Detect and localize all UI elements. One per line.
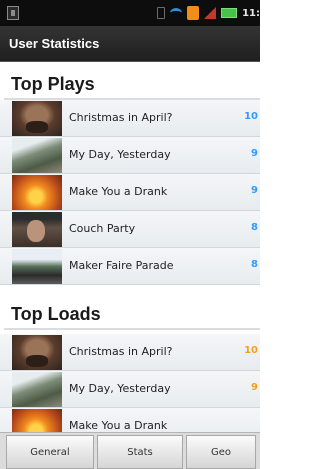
tab-stats[interactable]: Stats (97, 435, 183, 469)
video-thumbnail (12, 249, 62, 284)
video-title: Make You a Drank (69, 419, 168, 432)
alert-icon (187, 6, 200, 20)
video-title: Christmas in April? (69, 345, 173, 358)
video-thumbnail (12, 212, 62, 247)
play-count: 8 (251, 259, 258, 270)
video-title: Maker Faire Parade (69, 259, 174, 272)
load-count: 9 (251, 382, 258, 393)
tab-geo[interactable]: Geo (186, 435, 256, 469)
play-count: 8 (251, 222, 258, 233)
top-plays-row[interactable]: My Day, Yesterday 9 (0, 137, 260, 174)
stats-content[interactable]: Top Plays Christmas in April? 10 My Day,… (0, 62, 260, 432)
top-loads-row[interactable]: Christmas in April? 10 (0, 334, 260, 371)
top-plays-row[interactable]: Christmas in April? 10 (0, 100, 260, 137)
load-count: 10 (244, 345, 258, 356)
video-title: Couch Party (69, 222, 136, 235)
play-count: 9 (251, 148, 258, 159)
bottom-tab-bar: General Stats Geo (0, 432, 260, 469)
title-bar: User Statistics (0, 26, 260, 62)
top-plays-row[interactable]: Couch Party 8 (0, 211, 260, 248)
video-title: My Day, Yesterday (69, 148, 171, 161)
wifi-icon (170, 8, 183, 18)
top-loads-row[interactable]: My Day, Yesterday 9 (0, 371, 260, 408)
video-title: Make You a Drank (69, 185, 168, 198)
notification-icon (7, 6, 19, 20)
video-thumbnail (12, 101, 62, 136)
tab-general[interactable]: General (6, 435, 94, 469)
phone-icon (157, 7, 166, 19)
status-time: 11: (242, 7, 260, 19)
signal-icon (204, 7, 217, 19)
status-icons: 11: (157, 5, 260, 21)
play-count: 9 (251, 185, 258, 196)
video-thumbnail (12, 138, 62, 173)
play-count: 10 (244, 111, 258, 122)
video-thumbnail (12, 409, 62, 432)
video-thumbnail (12, 175, 62, 210)
video-title: My Day, Yesterday (69, 382, 171, 395)
status-bar: 11: (0, 0, 260, 26)
video-title: Christmas in April? (69, 111, 173, 124)
top-plays-heading: Top Plays (0, 66, 260, 100)
top-plays-row[interactable]: Make You a Drank 9 (0, 174, 260, 211)
battery-icon (221, 8, 238, 18)
top-plays-row[interactable]: Maker Faire Parade 8 (0, 248, 260, 285)
top-loads-row[interactable]: Make You a Drank (0, 408, 260, 432)
page-title: User Statistics (9, 36, 100, 51)
top-loads-heading: Top Loads (0, 296, 260, 330)
video-thumbnail (12, 335, 62, 370)
video-thumbnail (12, 372, 62, 407)
